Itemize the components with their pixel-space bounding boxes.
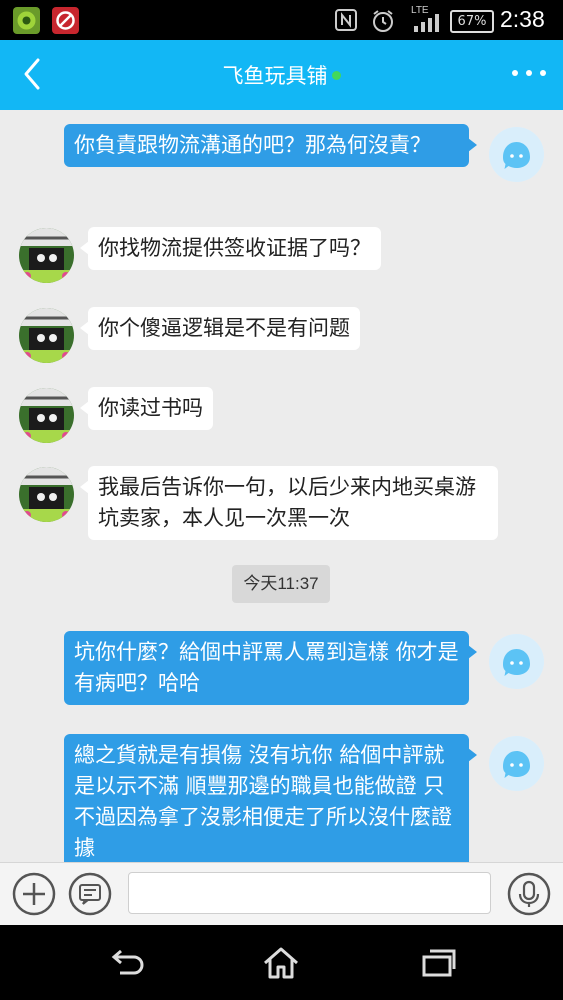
contact-name: 飞鱼玩具铺 [222,64,328,88]
battery-indicator: 67% [450,10,494,33]
outgoing-message[interactable]: 坑你什麼？給個中評罵人罵到這樣 你才是有病吧？哈哈 [64,631,477,705]
self-avatar[interactable] [489,127,544,182]
chat-title: 飞鱼玩具铺 [0,60,563,90]
lte-signal-icon [414,14,439,32]
add-icon[interactable] [11,871,57,917]
back-icon[interactable] [104,941,148,985]
outgoing-message[interactable]: 你負責跟物流溝通的吧？那為何沒責？ [64,124,477,167]
contact-avatar[interactable] [19,467,74,522]
outgoing-message[interactable]: 總之貨就是有損傷 沒有坑你 給個中評就是以示不滿 順豐那邊的職員也能做證 只不過… [64,734,477,862]
incoming-message[interactable]: 你找物流提供签收证据了吗？ [80,227,381,270]
clock: 2:38 [500,6,545,32]
chat-message-list[interactable]: 你負責跟物流溝通的吧？那為何沒責？ 你找物流提供签收证据了吗？ 你个傻逼逻辑是不… [0,110,563,862]
status-bar: LTE 67% 2:38 [0,0,563,40]
message-text-field[interactable] [128,872,491,914]
incoming-message[interactable]: 你个傻逼逻辑是不是有问题 [80,307,360,350]
contact-avatar[interactable] [19,228,74,283]
game-app-icon [13,7,40,34]
blocked-app-icon [52,7,79,34]
alarm-icon [373,10,393,32]
more-options-icon[interactable] [509,58,549,88]
incoming-message[interactable]: 你读过书吗 [80,387,213,430]
nfc-icon [335,9,357,31]
recent-apps-icon[interactable] [416,941,460,985]
incoming-message[interactable]: 我最后告诉你一句，以后少来内地买桌游坑卖家，本人见一次黑一次 [80,466,498,540]
message-timestamp: 今天11:37 [232,565,330,603]
self-avatar[interactable] [489,736,544,791]
online-status-dot [331,70,341,80]
self-avatar[interactable] [489,634,544,689]
voice-icon[interactable] [506,871,552,917]
chat-header: 飞鱼玩具铺 [0,40,563,110]
home-icon[interactable] [259,941,303,985]
message-input-bar [0,862,563,926]
system-nav-bar [0,925,563,1000]
emoji-icon[interactable] [67,871,113,917]
contact-avatar[interactable] [19,388,74,443]
contact-avatar[interactable] [19,308,74,363]
